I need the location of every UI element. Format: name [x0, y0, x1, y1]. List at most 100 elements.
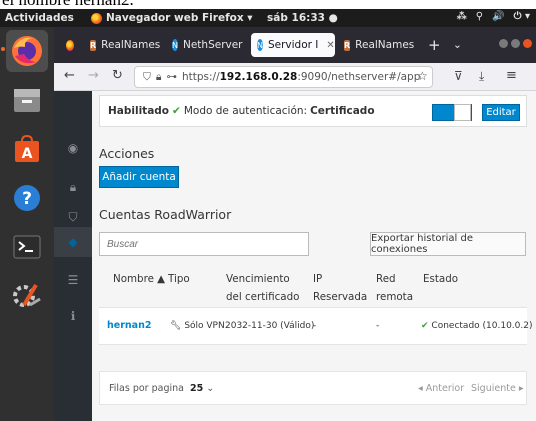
settings-tools-icon [13, 283, 41, 307]
permissions-key-icon[interactable]: ⊶ [166, 71, 177, 83]
window-controls [499, 39, 532, 48]
toggle-knob [454, 104, 471, 121]
svg-text:?: ? [22, 189, 32, 209]
actions-heading: Acciones [99, 146, 155, 161]
dock-settings[interactable] [6, 275, 48, 317]
menu-hamburger-icon[interactable]: ≡ [506, 68, 517, 83]
col-header-name[interactable]: Nombre ▲ [113, 270, 165, 288]
roadwarrior-status-bar: Habilitado ✔ Modo de autenticación: Cert… [99, 95, 527, 127]
tab-realnames-1[interactable]: R RealNames [84, 33, 164, 57]
files-icon [14, 89, 40, 112]
system-top-bar: Actividades Navegador web Firefox ▾ sáb … [0, 9, 536, 27]
col-header-reserved-ip: IP Reservada [313, 273, 368, 303]
browser-tab-strip: R RealNames N NethServer N Servidor I ✕ … [54, 27, 536, 63]
tab-nethserver[interactable]: N NethServer [166, 33, 248, 57]
activities-button[interactable]: Actividades [5, 12, 74, 24]
power-icon: ⏻ ▾ [513, 11, 530, 22]
nethserver-favicon-icon: N [257, 39, 263, 51]
roadwarrior-accounts-heading: Cuentas RoadWarrior [99, 207, 232, 222]
system-tray[interactable]: ⁂ ⚲ 🔊 ⏻ ▾ [457, 11, 530, 22]
table-row[interactable]: hernan2 🔧︎ Sólo VPN 2032-11-30 (Válido) … [99, 307, 533, 345]
realnames-favicon-icon: R [344, 39, 351, 51]
tab-label: Servidor I [267, 39, 319, 51]
nav-applications-icon[interactable]: ◆ [54, 227, 92, 257]
col-header-state: Estado [423, 273, 459, 285]
svg-text:A: A [22, 146, 33, 162]
previous-page-button[interactable]: ◂ Anterior [418, 383, 464, 394]
dock-terminal[interactable] [6, 226, 48, 268]
minimize-window-button[interactable] [499, 39, 508, 48]
close-window-button[interactable] [523, 39, 532, 48]
document-caption: el nombre hernan2. [0, 0, 536, 9]
check-icon: ✔ [172, 105, 181, 117]
dock-help[interactable]: ? [6, 177, 48, 219]
maximize-window-button[interactable] [511, 39, 520, 48]
firefox-icon [91, 12, 102, 24]
forward-arrow-icon[interactable]: → [88, 68, 99, 83]
export-connection-history-button[interactable]: Exportar historial de conexiones [370, 232, 526, 256]
tab-realnames-2[interactable]: R RealNames [338, 33, 420, 57]
add-account-button[interactable]: Añadir cuenta [99, 166, 179, 188]
new-tab-button[interactable]: + [422, 33, 444, 57]
col-header-type: Tipo [168, 273, 190, 285]
web-page: ◉ 🔒︎ ⛉ ◆ ☰ ℹ Habilitado ✔ Modo de autent… [54, 91, 536, 421]
network-icon: ⁂ [456, 11, 467, 22]
reload-icon[interactable]: ↻ [112, 68, 123, 83]
account-expiry: 2032-11-30 (Válido) [225, 321, 315, 331]
edit-button[interactable]: Editar [482, 104, 520, 121]
dock-software[interactable]: A [6, 128, 48, 170]
firefox-icon [12, 36, 42, 66]
terminal-icon [13, 235, 41, 259]
accessibility-icon: ⚲ [475, 11, 484, 22]
wrench-icon: 🔧︎ [170, 321, 182, 331]
rows-per-page[interactable]: Filas por pagina 25 ⌄ [109, 383, 214, 394]
lock-icon[interactable]: 🔒︎ [156, 71, 162, 84]
account-status: ✔ Conectado (10.10.0.2) [421, 321, 533, 331]
nav-info-icon[interactable]: ℹ [54, 301, 92, 331]
close-tab-icon[interactable]: ✕ [326, 40, 334, 51]
account-remote-network: - [376, 321, 380, 331]
active-app-indicator [1, 47, 5, 51]
nav-system-icon[interactable]: ◉ [54, 133, 92, 163]
nethserver-favicon-icon: N [172, 39, 178, 51]
tab-label: NethServer [182, 39, 243, 51]
firefox-view-button[interactable] [60, 33, 80, 57]
software-center-icon: A [15, 134, 39, 162]
search-input[interactable] [99, 232, 309, 256]
enabled-status: Habilitado [108, 105, 170, 117]
bookmark-star-icon[interactable]: ☆ [417, 69, 428, 83]
shield-icon[interactable]: ⛉ [143, 71, 151, 84]
url-text: https://192.168.0.28:9090/nethserver#/ap… [181, 71, 421, 83]
nav-list-icon[interactable]: ☰ [54, 265, 92, 295]
auth-mode-label: Modo de autenticación: [183, 105, 308, 117]
dock-firefox[interactable] [6, 30, 48, 72]
account-type: 🔧︎ Sólo VPN [170, 321, 225, 331]
nav-lock-icon[interactable]: 🔒︎ [54, 172, 92, 202]
auth-mode-value: Certificado [310, 105, 375, 117]
dock-files[interactable] [6, 79, 48, 121]
help-icon: ? [14, 185, 40, 211]
url-bar[interactable]: ⛉ 🔒︎ ⊶ https://192.168.0.28:9090/nethser… [134, 66, 433, 88]
app-menu-label: Navegador web Firefox ▾ [106, 12, 253, 24]
clock[interactable]: sáb 16:33 ● [267, 12, 338, 24]
tab-label: RealNames [355, 39, 415, 51]
tab-label: RealNames [101, 39, 161, 51]
pocket-icon[interactable]: ⊽ [454, 69, 463, 83]
col-header-expiry: Vencimiento del certificado [226, 273, 300, 303]
firefox-view-icon [66, 39, 74, 51]
account-reserved-ip: - [313, 321, 317, 331]
downloads-icon[interactable]: ⤓ [479, 69, 484, 84]
dock: A ? [0, 27, 54, 421]
tab-servidor[interactable]: N Servidor I ✕ [251, 33, 335, 57]
check-icon: ✔ [421, 321, 429, 331]
volume-icon: 🔊 [492, 11, 505, 22]
app-menu[interactable]: Navegador web Firefox ▾ [91, 12, 253, 24]
account-name-link[interactable]: hernan2 [107, 320, 151, 331]
realnames-favicon-icon: R [90, 39, 97, 51]
list-tabs-button[interactable]: ⌄ [447, 33, 469, 57]
enable-toggle[interactable] [432, 104, 472, 121]
chevron-down-icon: ⌄ [206, 383, 215, 394]
back-arrow-icon[interactable]: ← [64, 68, 75, 83]
browser-nav-bar: ← → ↻ ⛉ 🔒︎ ⊶ https://192.168.0.28:9090/n… [54, 63, 536, 91]
next-page-button[interactable]: Siguiente ▸ [471, 383, 524, 394]
